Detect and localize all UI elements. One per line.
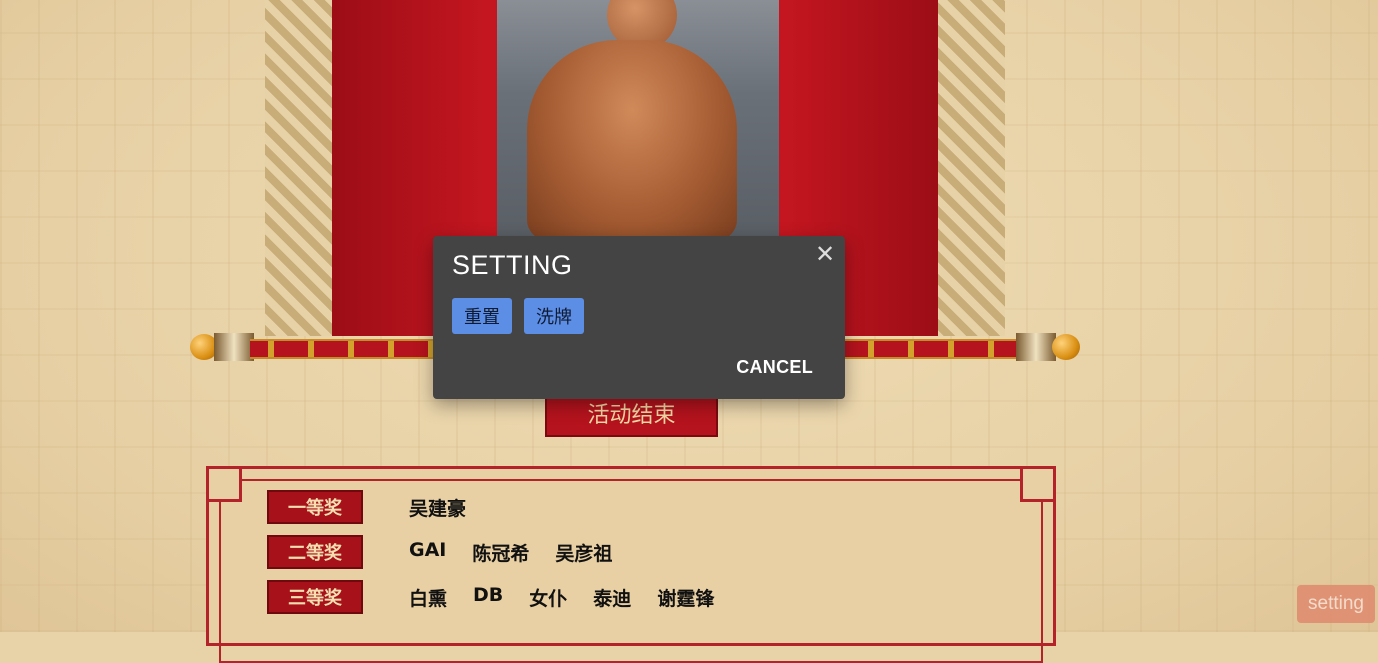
prize-tag-second: 二等奖 [267,535,363,569]
winner-name: 女仆 [529,587,568,610]
winner-name: 白熏 [409,587,448,610]
dialog-button-row: 重置 洗牌 [452,298,584,334]
prize-row-first: 一等奖 吴建豪 [267,489,492,525]
winner-name: 谢霆锋 [657,587,715,610]
prize-row-third: 三等奖 白熏 DB 女仆 泰迪 谢霆锋 [267,579,740,615]
board-corner-tl [206,466,242,502]
winner-list-first: 吴建豪 [409,494,492,521]
close-icon[interactable]: ✕ [813,242,837,266]
event-ended-banner: 活动结束 [545,397,718,437]
rod-cap-left [214,333,254,361]
winner-name: 陈冠希 [472,542,530,565]
winner-name: 吴建豪 [409,497,467,520]
prize-row-second: 二等奖 GAI 陈冠希 吴彦祖 [267,534,638,570]
setting-button[interactable]: setting [1297,585,1375,623]
board-corner-tr [1020,466,1056,502]
prize-board: 一等奖 吴建豪 二等奖 GAI 陈冠希 吴彦祖 三等奖 白熏 DB 女仆 泰迪 … [206,466,1056,663]
reset-button[interactable]: 重置 [452,298,512,334]
winner-name: 吴彦祖 [555,542,613,565]
setting-dialog: SETTING ✕ 重置 洗牌 CANCEL [433,236,845,399]
rod-cap-right [1016,333,1056,361]
photo-torso [527,40,737,236]
winner-name: GAI [409,538,447,561]
winner-list-second: GAI 陈冠希 吴彦祖 [409,539,638,566]
prize-tag-first: 一等奖 [267,490,363,524]
winner-list-third: 白熏 DB 女仆 泰迪 谢霆锋 [409,584,740,611]
winner-name: DB [473,583,504,606]
shuffle-button[interactable]: 洗牌 [524,298,584,334]
prize-tag-third: 三等奖 [267,580,363,614]
cancel-button[interactable]: CANCEL [730,356,819,379]
rod-knob-right [1052,334,1080,360]
winner-photo [497,0,779,236]
winner-name: 泰迪 [593,587,632,610]
dialog-title: SETTING [452,250,573,280]
